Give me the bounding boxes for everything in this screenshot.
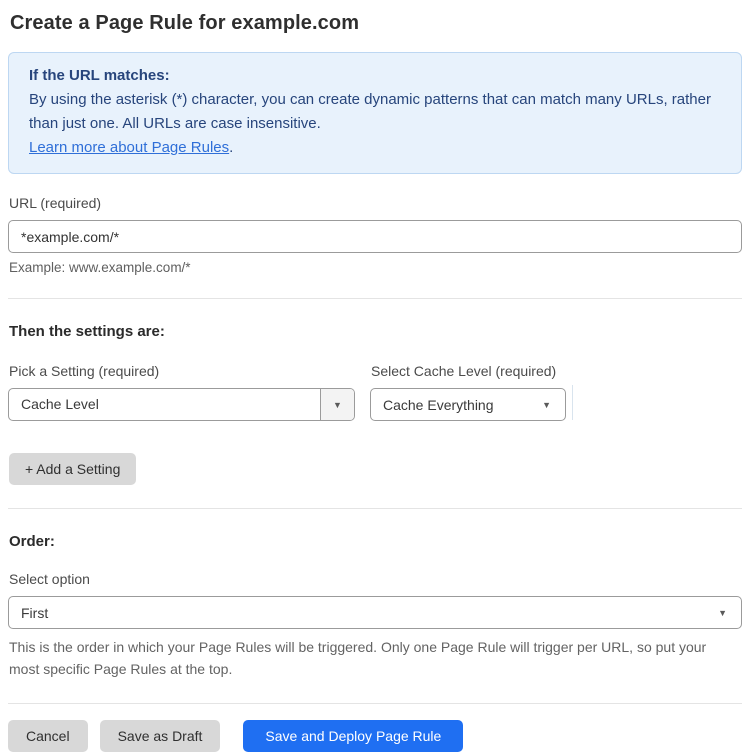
order-select-label: Select option	[9, 571, 90, 587]
setting-picker-column: Pick a Setting (required) Cache Level ▼	[8, 363, 355, 421]
setting-picker-dropdown[interactable]: Cache Level ▼	[8, 388, 355, 421]
url-input[interactable]	[8, 220, 742, 253]
add-setting-button[interactable]: + Add a Setting	[9, 453, 137, 485]
learn-more-link[interactable]: Learn more about Page Rules	[29, 139, 229, 156]
cache-level-column: Select Cache Level (required) Cache Ever…	[370, 363, 566, 421]
setting-picker-label: Pick a Setting (required)	[9, 363, 160, 379]
url-field-label: URL (required)	[9, 195, 102, 211]
info-box-heading: If the URL matches:	[29, 67, 170, 84]
order-select-value: First	[21, 604, 49, 621]
url-field-helper: Example: www.example.com/*	[9, 260, 191, 275]
order-select[interactable]: First ▼	[8, 596, 742, 629]
chevron-down-icon: ▼	[718, 607, 727, 618]
save-as-draft-button[interactable]: Save as Draft	[99, 720, 221, 752]
settings-section-heading: Then the settings are:	[9, 323, 165, 340]
divider	[8, 703, 742, 704]
url-match-info-box: If the URL matches: By using the asteris…	[8, 52, 742, 174]
column-separator	[572, 385, 573, 420]
cache-level-dropdown[interactable]: Cache Everything ▼	[370, 388, 566, 421]
page-rule-form: Create a Page Rule for example.com If th…	[0, 0, 750, 752]
order-helper-text: This is the order in which your Page Rul…	[9, 639, 707, 677]
cancel-button[interactable]: Cancel	[8, 720, 88, 752]
save-and-deploy-button[interactable]: Save and Deploy Page Rule	[243, 720, 464, 752]
cache-level-label: Select Cache Level (required)	[371, 363, 557, 379]
chevron-down-icon[interactable]: ▼	[320, 389, 354, 420]
divider	[8, 508, 742, 509]
order-section-heading: Order:	[9, 533, 55, 550]
page-title: Create a Page Rule for example.com	[10, 12, 360, 34]
footer-button-row: Cancel Save as Draft Save and Deploy Pag…	[8, 720, 742, 752]
info-box-body: By using the asterisk (*) character, you…	[29, 91, 711, 132]
chevron-down-icon: ▼	[542, 399, 551, 410]
divider	[8, 298, 742, 299]
settings-row: Pick a Setting (required) Cache Level ▼ …	[8, 363, 742, 421]
cache-level-value: Cache Everything	[383, 396, 494, 413]
link-suffix: .	[229, 139, 234, 156]
info-box-link-line: Learn more about Page Rules.	[29, 136, 721, 160]
setting-picker-value: Cache Level	[21, 396, 99, 412]
